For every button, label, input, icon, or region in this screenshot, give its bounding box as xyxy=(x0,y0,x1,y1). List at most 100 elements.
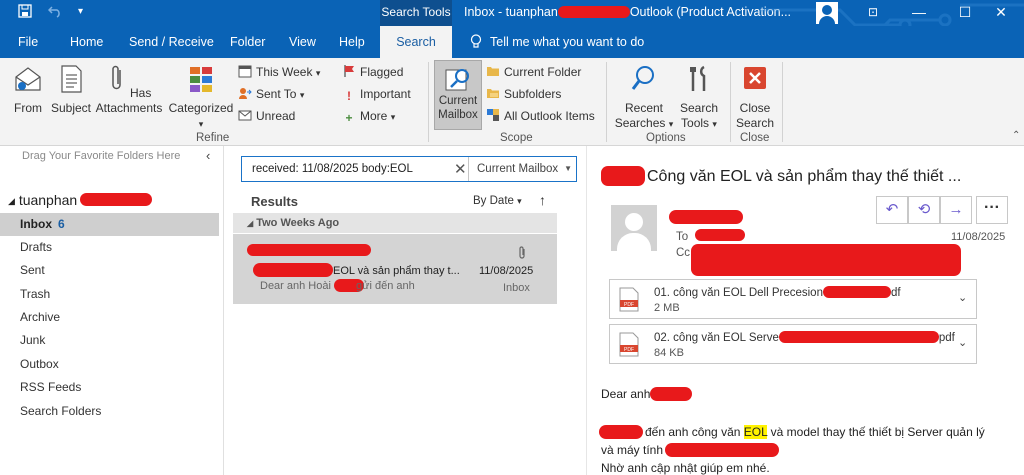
subfolders-button[interactable]: Subfolders xyxy=(486,86,561,102)
minimize-icon[interactable]: — xyxy=(896,0,942,26)
redaction-mark xyxy=(599,425,643,439)
categorized-button[interactable]: Categorized ▾ xyxy=(166,64,236,132)
message-row[interactable]: EOL và sản phẩm thay t... 11/08/2025 Dea… xyxy=(233,234,557,304)
save-icon[interactable] xyxy=(18,4,32,21)
attachment-name: 01. công văn EOL Dell Precesion df xyxy=(654,286,901,299)
more-button[interactable]: + More ▾ xyxy=(342,108,395,125)
folder-rss-feeds[interactable]: RSS Feeds xyxy=(0,376,219,399)
ribbon-display-options-icon[interactable]: ⊡ xyxy=(850,0,896,26)
folder-junk[interactable]: Junk xyxy=(0,329,219,352)
folder-archive[interactable]: Archive xyxy=(0,306,219,329)
search-box[interactable]: received: 11/08/2025 body:EOL ✕ Current … xyxy=(241,156,577,182)
attachment-card[interactable]: PDF 01. công văn EOL Dell Precesion df 2 … xyxy=(609,279,977,319)
current-folder-button[interactable]: Current Folder xyxy=(486,64,581,80)
important-button[interactable]: ! Important xyxy=(342,86,411,103)
customize-toolbar-icon[interactable]: ▾ xyxy=(78,6,83,17)
more-actions-button[interactable]: ··· xyxy=(976,196,1008,224)
sent-to-button[interactable]: Sent To ▾ xyxy=(238,86,304,103)
reply-button[interactable]: ↶ xyxy=(876,196,908,224)
unread-button[interactable]: Unread xyxy=(238,108,295,124)
from-button[interactable]: From xyxy=(8,64,48,116)
mailbox-search-icon xyxy=(445,69,469,91)
tools-icon xyxy=(690,65,706,91)
search-scope-dropdown[interactable]: Current Mailbox ▼ xyxy=(468,157,578,181)
sort-direction-icon[interactable]: ↑ xyxy=(539,192,546,208)
redaction-mark xyxy=(650,387,693,401)
refine-group-label: Refine xyxy=(196,132,230,144)
search-tools-button[interactable]: Search Tools ▾ xyxy=(674,64,724,132)
clear-search-icon[interactable]: ✕ xyxy=(454,160,467,178)
unread-count: 6 xyxy=(58,217,65,231)
close-window-icon[interactable]: ✕ xyxy=(978,0,1024,26)
tell-me-search[interactable]: Tell me what you want to do xyxy=(470,26,644,58)
email-body-line: và máy tính xyxy=(601,443,780,457)
magnifier-clock-icon xyxy=(631,66,654,90)
search-input[interactable]: received: 11/08/2025 body:EOL xyxy=(252,163,413,175)
redaction-mark xyxy=(601,166,645,186)
calendar-icon xyxy=(238,65,252,78)
tab-help[interactable]: Help xyxy=(339,26,365,58)
folder-outbox[interactable]: Outbox xyxy=(0,353,219,376)
flag-icon xyxy=(344,65,354,77)
all-outlook-items-button[interactable]: All Outlook Items xyxy=(486,108,595,124)
redaction-mark xyxy=(253,263,333,277)
chevron-down-icon[interactable]: ⌄ xyxy=(958,291,967,304)
group-separator xyxy=(606,62,607,142)
sort-by-date[interactable]: By Date ▾ xyxy=(473,195,522,207)
forward-button[interactable]: → xyxy=(940,196,972,224)
email-body-line: Nhờ anh cập nhật giúp em nhé. xyxy=(601,461,770,475)
message-list-pane: received: 11/08/2025 body:EOL ✕ Current … xyxy=(233,146,585,475)
redaction-mark xyxy=(695,229,745,241)
tab-send-receive[interactable]: Send / Receive xyxy=(129,26,214,58)
scope-group-label: Scope xyxy=(500,132,533,144)
plus-icon: + xyxy=(345,111,353,125)
user-avatar[interactable] xyxy=(816,2,838,24)
undo-icon[interactable] xyxy=(47,4,62,21)
folder-pane: Drag Your Favorite Folders Here ‹ ◢ tuan… xyxy=(0,146,224,475)
close-search-button[interactable]: Close Search xyxy=(734,64,776,131)
attachment-card[interactable]: PDF 02. công văn EOL Serve pdf 84 KB ⌄ xyxy=(609,324,977,364)
envelope-person-icon xyxy=(15,67,41,91)
reading-pane: Công văn EOL và sản phẩm thay thế thiết … xyxy=(586,146,1024,475)
current-mailbox-button[interactable]: Current Mailbox xyxy=(434,60,482,130)
ribbon-tabs: File Home Send / Receive Folder View Hel… xyxy=(0,26,1024,58)
collapse-ribbon-icon[interactable]: ⌃ xyxy=(1012,130,1020,141)
tab-view[interactable]: View xyxy=(289,26,316,58)
sent-to-person-icon xyxy=(239,88,252,99)
group-header[interactable]: ◢ Two Weeks Ago xyxy=(233,213,557,233)
folder-sent[interactable]: Sent xyxy=(0,259,219,282)
exclamation-icon: ! xyxy=(347,89,351,103)
collapse-folder-pane-icon[interactable]: ‹ xyxy=(206,148,210,163)
tab-home[interactable]: Home xyxy=(70,26,103,58)
chevron-down-icon[interactable]: ⌄ xyxy=(958,336,967,349)
folder-search-folders[interactable]: Search Folders xyxy=(0,400,219,423)
redaction-mark xyxy=(80,193,152,206)
folder-inbox[interactable]: Inbox 6 xyxy=(0,213,219,236)
redaction-mark xyxy=(691,244,961,276)
message-date: 11/08/2025 xyxy=(479,265,534,277)
close-red-x-icon xyxy=(744,67,766,89)
to-label: To xyxy=(676,231,689,243)
tab-file[interactable]: File xyxy=(18,26,38,58)
tab-folder[interactable]: Folder xyxy=(230,26,265,58)
sender-avatar xyxy=(611,205,657,251)
this-week-button[interactable]: This Week ▾ xyxy=(238,64,320,81)
group-separator xyxy=(730,62,731,142)
redaction-mark xyxy=(778,331,939,343)
title-bar: ▾ Search Tools Inbox - tuanphan Outlook (… xyxy=(0,0,1024,52)
group-separator xyxy=(782,62,783,142)
flagged-button[interactable]: Flagged xyxy=(342,64,403,80)
account-header[interactable]: ◢ tuanphan xyxy=(8,192,77,208)
redaction-mark xyxy=(822,286,891,298)
folder-drafts[interactable]: Drafts xyxy=(0,236,219,259)
reply-all-button[interactable]: ⟲ xyxy=(908,196,940,224)
subject-button[interactable]: Subject xyxy=(50,64,92,116)
has-attachments-button[interactable]: Has Attachments xyxy=(94,64,164,116)
recent-searches-button[interactable]: Recent Searches ▾ xyxy=(612,64,676,132)
message-preview-end: gửi đến anh xyxy=(356,280,415,292)
folder-trash[interactable]: Trash xyxy=(0,283,219,306)
favorites-hint: Drag Your Favorite Folders Here xyxy=(22,150,181,162)
redaction-mark xyxy=(665,443,780,457)
redaction-mark xyxy=(669,210,743,224)
tab-search[interactable]: Search xyxy=(380,26,452,58)
